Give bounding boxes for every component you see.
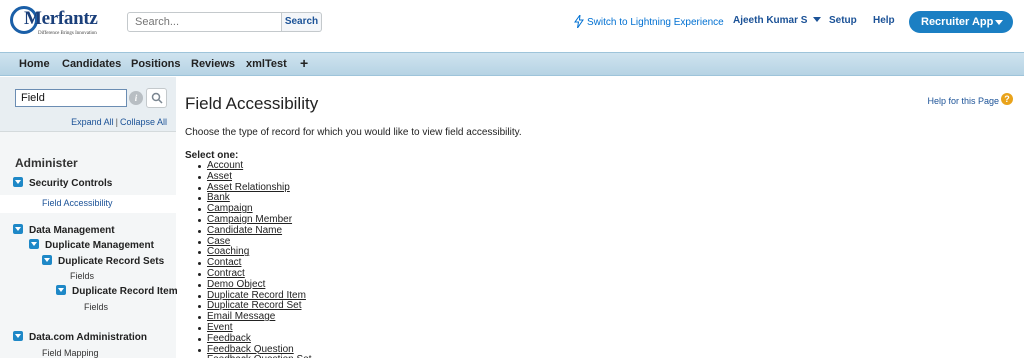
page-description: Choose the type of record for which you … xyxy=(185,127,522,138)
collapse-toggle-icon[interactable] xyxy=(29,239,39,249)
object-link[interactable]: Bank xyxy=(207,192,230,203)
object-link[interactable]: Account xyxy=(207,160,243,171)
sidebar-tree: Administer Security Controls Field Acces… xyxy=(0,131,183,358)
help-icon[interactable]: ? xyxy=(1001,93,1013,105)
sidebar-item-fields[interactable]: Fields xyxy=(70,271,94,281)
sidebar-item-data-management[interactable]: Data Management xyxy=(13,224,115,236)
expand-all-link[interactable]: Expand All xyxy=(71,117,114,127)
object-link[interactable]: Duplicate Record Item xyxy=(207,290,306,301)
help-link[interactable]: Help xyxy=(873,15,895,26)
collapse-toggle-icon[interactable] xyxy=(13,331,23,341)
sidebar-item-label: Data.com Administration xyxy=(29,332,147,343)
sidebar-item-label: Duplicate Record Items xyxy=(72,286,184,297)
object-link[interactable]: Asset xyxy=(207,171,232,182)
switch-to-lightning-link[interactable]: Switch to Lightning Experience xyxy=(574,13,724,29)
sidebar-item-fields[interactable]: Fields xyxy=(84,302,108,312)
object-link[interactable]: Candidate Name xyxy=(207,225,282,236)
expand-collapse-links: Expand All | Collapse All xyxy=(71,117,167,127)
sidebar-item-duplicate-record-items[interactable]: Duplicate Record Items xyxy=(56,285,183,297)
page-title: Field Accessibility xyxy=(185,94,319,113)
object-link[interactable]: Campaign Member xyxy=(207,214,292,225)
sidebar-item-label: Field Accessibility xyxy=(42,198,113,208)
help-for-this-page-link[interactable]: Help for this Page xyxy=(927,96,999,106)
chevron-down-icon xyxy=(813,17,822,22)
tab-home[interactable]: Home xyxy=(19,58,50,70)
user-menu[interactable]: Ajeeth Kumar S xyxy=(733,15,822,26)
logo-text: Merfantz xyxy=(24,8,98,29)
object-link[interactable]: Email Message xyxy=(207,311,275,322)
collapse-toggle-icon[interactable] xyxy=(13,224,23,234)
object-link[interactable]: Contract xyxy=(207,268,245,279)
app-menu-button[interactable]: Recruiter App xyxy=(909,11,1013,33)
sidebar-item-label: Duplicate Record Sets xyxy=(58,256,165,267)
sidebar-item-field-accessibility[interactable]: Field Accessibility xyxy=(0,195,177,213)
sidebar-item-duplicate-management[interactable]: Duplicate Management xyxy=(29,239,154,251)
setup-link[interactable]: Setup xyxy=(829,15,857,26)
tab-reviews[interactable]: Reviews xyxy=(191,58,235,70)
collapse-toggle-icon[interactable] xyxy=(13,177,23,187)
object-link[interactable]: Feedback Question Set xyxy=(207,354,312,358)
object-link[interactable]: Feedback Question xyxy=(207,344,294,355)
sidebar-item-label: Security Controls xyxy=(29,178,113,189)
object-link[interactable]: Case xyxy=(207,236,230,247)
object-link[interactable]: Campaign xyxy=(207,203,253,214)
quick-find-button[interactable] xyxy=(146,88,167,108)
switch-to-lightning-label: Switch to Lightning Experience xyxy=(587,17,724,28)
user-name: Ajeeth Kumar S xyxy=(733,15,808,26)
search-icon xyxy=(151,92,163,104)
info-icon[interactable]: i xyxy=(129,91,143,105)
object-link[interactable]: Contact xyxy=(207,257,241,268)
logo-tagline: Difference Brings Innovation xyxy=(38,31,97,36)
tab-bar: Home Candidates Positions Reviews xmlTes… xyxy=(0,52,1024,76)
quick-find: i Expand All|Collapse All xyxy=(0,77,176,131)
separator: | xyxy=(115,117,118,127)
setup-sidebar: i Expand All|Collapse All Administer Sec… xyxy=(0,77,183,358)
collapse-toggle-icon[interactable] xyxy=(42,255,52,265)
quick-find-input[interactable] xyxy=(15,89,127,107)
object-link[interactable]: Duplicate Record Set xyxy=(207,300,302,311)
company-logo[interactable]: Merfantz Difference Brings Innovation xyxy=(10,2,110,40)
sidebar-item-duplicate-record-sets[interactable]: Duplicate Record Sets xyxy=(42,255,164,267)
sidebar-item-label: Duplicate Management xyxy=(45,240,154,251)
sidebar-heading: Administer xyxy=(15,156,78,170)
global-header: Merfantz Difference Brings Innovation Se… xyxy=(0,0,1024,52)
app-menu-label: Recruiter App xyxy=(921,16,994,28)
collapse-toggle-icon[interactable] xyxy=(56,285,66,295)
sidebar-item-field-mapping[interactable]: Field Mapping xyxy=(42,348,99,358)
tab-xmltest[interactable]: xmlTest xyxy=(246,58,287,70)
global-search-button[interactable]: Search xyxy=(282,12,322,32)
sidebar-item-security-controls[interactable]: Security Controls xyxy=(13,177,112,189)
object-link[interactable]: Feedback xyxy=(207,333,251,344)
object-link[interactable]: Demo Object xyxy=(207,279,265,290)
global-search-input[interactable] xyxy=(127,12,282,32)
tab-candidates[interactable]: Candidates xyxy=(62,58,121,70)
sidebar-item-label: Data Management xyxy=(29,225,115,236)
lightning-bolt-icon xyxy=(574,13,584,29)
sidebar-item-datacom-administration[interactable]: Data.com Administration xyxy=(13,331,147,343)
object-link[interactable]: Event xyxy=(207,322,233,333)
main-content: Field Accessibility Help for this Page ?… xyxy=(177,77,1024,358)
object-link[interactable]: Coaching xyxy=(207,246,249,257)
object-link[interactable]: Asset Relationship xyxy=(207,182,290,193)
object-list: Account Asset Asset Relationship Bank Campai… xyxy=(197,160,312,358)
add-tab-icon[interactable]: + xyxy=(300,55,308,71)
collapse-all-link[interactable]: Collapse All xyxy=(120,117,167,127)
chevron-down-icon xyxy=(995,20,1003,25)
tab-positions[interactable]: Positions xyxy=(131,58,181,70)
